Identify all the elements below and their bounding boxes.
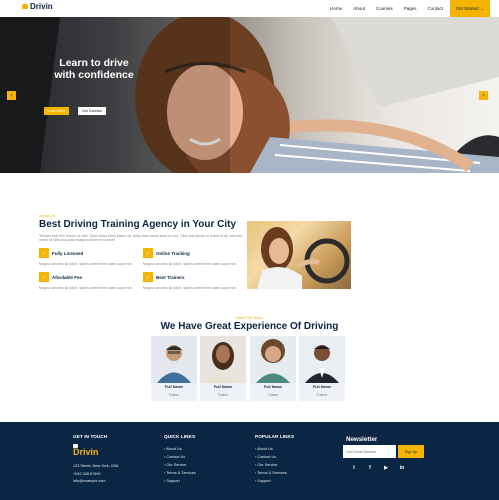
our-courses-button[interactable]: Our Courses	[78, 107, 106, 115]
footer-get-in-touch-title: GET IN TOUCH	[73, 435, 108, 440]
woman-driving-image	[257, 227, 350, 289]
twitter-icon[interactable]: t	[350, 464, 358, 472]
team-title: We Have Great Experience Of Driving	[160, 321, 339, 332]
feature-desc: Magna sea eos sit dolor, ipsum amet lore…	[39, 286, 133, 290]
about-image	[247, 221, 351, 289]
nav-home[interactable]: Home	[330, 6, 342, 11]
team-card[interactable]: Full Name Trainer	[299, 336, 345, 401]
quick-link-service[interactable]: › Our Service	[164, 463, 186, 467]
link-label: Contact Us	[166, 455, 186, 459]
team-card[interactable]: Full Name Trainer	[200, 336, 246, 401]
facebook-icon[interactable]: f	[366, 464, 374, 472]
footer-email: info@example.com	[73, 479, 106, 483]
quick-link-support[interactable]: › Support	[164, 479, 180, 483]
footer-quick-links-title: QUICK LINKS	[164, 435, 196, 440]
team-member-name: Full Name	[164, 385, 184, 389]
get-started-button[interactable]: Get Started →	[450, 0, 490, 17]
link-label: Terms & Services	[166, 471, 196, 475]
link-label: Support	[257, 479, 271, 483]
carousel-next-icon[interactable]: ›	[479, 91, 488, 100]
check-icon: ✓	[39, 248, 49, 258]
hero-carousel	[0, 17, 499, 173]
popular-link-service[interactable]: › Our Service	[255, 463, 277, 467]
feature-desc: Magna sea eos sit dolor, ipsum amet lore…	[39, 262, 133, 266]
nav-pages[interactable]: Pages	[404, 6, 417, 11]
quick-link-about[interactable]: › About Us	[164, 447, 182, 451]
popular-link-terms[interactable]: › Terms & Services	[255, 471, 287, 475]
feature-title: Best Trainers	[156, 275, 185, 280]
link-label: About Us	[166, 447, 182, 451]
brand-name: Drivin	[30, 2, 53, 11]
popular-link-support[interactable]: › Support	[255, 479, 271, 483]
link-label: Support	[166, 479, 180, 483]
team-subtitle: Meet The Team	[236, 316, 263, 320]
feature-title: Afordable Fee	[52, 275, 83, 280]
newsletter-title: Newsletter	[346, 436, 378, 443]
footer-address: 123 Street, New York, USA	[73, 464, 119, 468]
youtube-icon[interactable]: ▶	[382, 464, 390, 472]
hero-title-line1: Learn to drive	[59, 57, 129, 69]
team-card[interactable]: Full Name Trainer	[250, 336, 296, 401]
team-member-role: Trainer	[267, 393, 279, 397]
team-photo	[299, 336, 345, 383]
nav-contact[interactable]: Contact	[427, 6, 443, 11]
feature-title: Online Tracking	[156, 251, 190, 256]
hero-title: Learn to drive with confidence	[34, 57, 154, 81]
footer-popular-links-title: POPULAR LINKS	[255, 435, 295, 440]
feature-title: Fully Licensed	[52, 251, 84, 256]
about-title: Best Driving Training Agency in Your Cit…	[39, 219, 237, 230]
link-label: About Us	[257, 447, 273, 451]
team-card[interactable]: Full Name Trainer	[151, 336, 197, 401]
feature-desc: Magna sea eos sit dolor, ipsum amet lore…	[143, 262, 237, 266]
nav-courses[interactable]: Courses	[376, 6, 393, 11]
quick-link-contact[interactable]: › Contact Us	[164, 455, 185, 459]
navbar: Drivin Home About Courses Pages Contact …	[0, 0, 499, 17]
nav-links: Home About Courses Pages Contact	[330, 0, 443, 17]
learn-more-button[interactable]: Learn More	[44, 107, 69, 115]
team-member-name: Full Name	[213, 385, 233, 389]
hero-title-line2: with confidence	[54, 69, 134, 81]
feature-desc: Magna sea eos sit dolor, ipsum amet lore…	[143, 286, 237, 290]
linkedin-icon[interactable]: in	[398, 464, 406, 472]
about-paragraph: Tempor erat elitr rebum at clita. Diam d…	[39, 234, 243, 243]
link-label: Contact Us	[257, 455, 277, 459]
check-icon: ✓	[143, 248, 153, 258]
sign-up-button[interactable]: Sign Up	[398, 445, 424, 458]
popular-link-contact[interactable]: › Contact Us	[255, 455, 276, 459]
team-member-role: Trainer	[217, 393, 229, 397]
hero-overlay	[0, 17, 230, 173]
footer-brand: Drivin	[73, 447, 99, 457]
footer-brand-name: Drivin	[73, 447, 99, 457]
about-subtitle: About Us	[39, 214, 55, 218]
team-member-name: Full Name	[263, 385, 283, 389]
team-member-role: Trainer	[168, 393, 180, 397]
popular-link-about[interactable]: › About Us	[255, 447, 273, 451]
team-photo	[200, 336, 246, 383]
check-icon: ✓	[143, 272, 153, 282]
footer-phone: +012 345 67890	[73, 472, 101, 476]
team-photo	[151, 336, 197, 383]
brand-logo[interactable]: Drivin	[22, 2, 53, 11]
team-photo	[250, 336, 296, 383]
carousel-prev-icon[interactable]: ‹	[7, 91, 16, 100]
check-icon: ✓	[39, 272, 49, 282]
link-label: Our Service	[257, 463, 278, 467]
quick-link-terms[interactable]: › Terms & Services	[164, 471, 196, 475]
link-label: Our Service	[166, 463, 187, 467]
footer	[0, 422, 499, 500]
car-icon	[22, 4, 28, 9]
team-member-role: Trainer	[316, 393, 328, 397]
link-label: Terms & Services	[257, 471, 287, 475]
newsletter-email-input[interactable]	[343, 445, 396, 458]
team-member-name: Full Name	[312, 385, 332, 389]
nav-about[interactable]: About	[353, 6, 365, 11]
